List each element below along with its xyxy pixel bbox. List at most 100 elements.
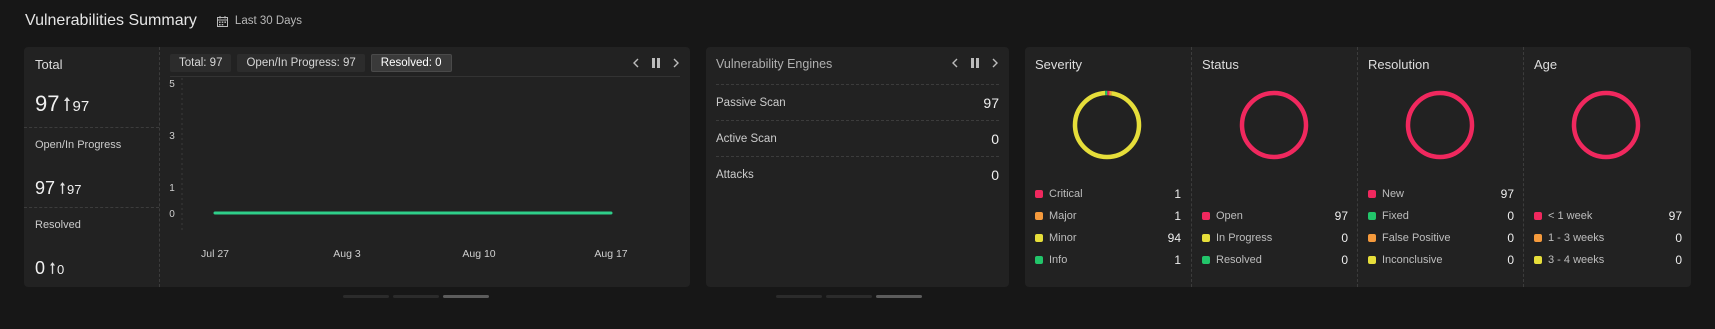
- resolution-donut-chart[interactable]: [1405, 90, 1475, 160]
- engine-row-passive-scan[interactable]: Passive Scan 97: [716, 84, 999, 121]
- engine-value: 97: [983, 95, 999, 111]
- severity-title: Severity: [1035, 57, 1082, 72]
- resolved-label: Resolved: [35, 219, 81, 231]
- date-range-picker[interactable]: Last 30 Days: [216, 15, 303, 27]
- donut-segment[interactable]: [1571, 90, 1641, 160]
- chevron-right-icon[interactable]: [989, 56, 1001, 70]
- resolved-stat[interactable]: Resolved 0 0: [24, 207, 159, 287]
- legend-label: Open: [1216, 210, 1243, 222]
- engines-title: Vulnerability Engines: [716, 57, 833, 71]
- legend-label: In Progress: [1216, 232, 1273, 244]
- legend-value: 0: [1675, 253, 1682, 267]
- legend-value: 0: [1341, 253, 1348, 267]
- legend-value: 0: [1507, 253, 1514, 267]
- y-tick-label: 5: [169, 79, 175, 90]
- legend-swatch: [1368, 256, 1376, 264]
- total-stat[interactable]: Total 97 97: [24, 47, 159, 128]
- legend-label: 3 - 4 weeks: [1548, 254, 1605, 266]
- engine-label: Attacks: [716, 169, 754, 181]
- legend-swatch: [1035, 212, 1043, 220]
- legend-swatch: [1035, 190, 1043, 198]
- engine-value: 0: [991, 131, 999, 147]
- legend-value: 1: [1174, 253, 1181, 267]
- legend-label: 1 - 3 weeks: [1548, 232, 1605, 244]
- severity-donut-chart[interactable]: [1072, 90, 1142, 160]
- legend-row-false-positive[interactable]: False Positive 0: [1368, 227, 1514, 249]
- legend-value: 94: [1167, 231, 1181, 245]
- age-column: Age < 1 week 97 1 - 3 weeks 0 3 - 4 weeks 0: [1523, 47, 1692, 287]
- resolved-change: 0: [57, 262, 65, 277]
- donut-segment[interactable]: [1072, 90, 1142, 160]
- pager-dot-active[interactable]: [443, 295, 489, 298]
- engine-row-attacks[interactable]: Attacks 0: [716, 156, 999, 193]
- legend-label: False Positive: [1382, 232, 1451, 244]
- resolved-value: 0: [35, 258, 46, 278]
- legend-row-fixed[interactable]: Fixed 0: [1368, 205, 1514, 227]
- legend-value: 1: [1174, 209, 1181, 223]
- legend-swatch: [1368, 190, 1376, 198]
- legend-value: 1: [1174, 187, 1181, 201]
- totals-panel: Total 97 97 Open/In Progress 97 97 Resol…: [24, 47, 160, 287]
- legend-label: Resolved: [1216, 254, 1262, 266]
- x-tick-label: Aug 17: [594, 248, 627, 260]
- legend-row-in-progress[interactable]: In Progress 0: [1202, 227, 1348, 249]
- legend-row-3-4-weeks[interactable]: 3 - 4 weeks 0: [1534, 249, 1682, 271]
- legend-value: 97: [1500, 187, 1514, 201]
- pause-icon[interactable]: [969, 56, 981, 70]
- x-tick-label: Aug 10: [462, 248, 495, 260]
- date-range-label: Last 30 Days: [234, 15, 303, 27]
- legend-row-minor[interactable]: Minor 94: [1035, 227, 1181, 249]
- trend-line-chart: 0 1 3 5 Jul 27 Aug 3 Aug 10 Aug 17: [169, 78, 628, 260]
- legend-value: 97: [1668, 209, 1682, 223]
- legend-swatch: [1202, 234, 1210, 242]
- donut-segment[interactable]: [1239, 90, 1309, 160]
- engines-card-pager: [776, 295, 922, 298]
- y-tick-label: 0: [169, 209, 175, 220]
- status-title: Status: [1202, 57, 1239, 72]
- legend-swatch: [1534, 256, 1542, 264]
- legend-swatch: [1035, 234, 1043, 242]
- legend-row-resolved[interactable]: Resolved 0: [1202, 249, 1348, 271]
- page-title: Vulnerabilities Summary: [25, 12, 197, 29]
- engine-value: 0: [991, 167, 999, 183]
- legend-value: 0: [1507, 231, 1514, 245]
- y-tick-label: 3: [169, 131, 175, 142]
- total-change: 97: [72, 98, 90, 115]
- engine-label: Active Scan: [716, 133, 777, 145]
- legend-swatch: [1368, 234, 1376, 242]
- legend-swatch: [1534, 234, 1542, 242]
- open-stat[interactable]: Open/In Progress 97 97: [24, 127, 159, 208]
- pager-dot[interactable]: [776, 295, 822, 298]
- age-title: Age: [1534, 57, 1558, 72]
- trend-up-icon: [64, 97, 71, 111]
- chevron-left-icon[interactable]: [949, 56, 961, 70]
- legend-row-inconclusive[interactable]: Inconclusive 0: [1368, 249, 1514, 271]
- y-tick-label: 1: [169, 183, 175, 194]
- legend-row-major[interactable]: Major 1: [1035, 205, 1181, 227]
- legend-row-new[interactable]: New 97: [1368, 183, 1514, 205]
- legend-swatch: [1202, 256, 1210, 264]
- open-change: 97: [67, 182, 82, 197]
- legend-value: 0: [1341, 231, 1348, 245]
- age-donut-chart[interactable]: [1571, 90, 1641, 160]
- legend-row-lt-1-week[interactable]: < 1 week 97: [1534, 205, 1682, 227]
- totals-trend-card: Total 97 97 Open/In Progress 97 97 Resol…: [24, 47, 690, 287]
- legend-swatch: [1202, 212, 1210, 220]
- donut-segment[interactable]: [1405, 90, 1475, 160]
- pager-dot[interactable]: [393, 295, 439, 298]
- engine-row-active-scan[interactable]: Active Scan 0: [716, 120, 999, 157]
- legend-row-critical[interactable]: Critical 1: [1035, 183, 1181, 205]
- legend-row-info[interactable]: Info 1: [1035, 249, 1181, 271]
- pager-dot-active[interactable]: [876, 295, 922, 298]
- status-column: Status Open 97 In Progress 0 Resolved 0: [1191, 47, 1358, 287]
- pager-dot[interactable]: [343, 295, 389, 298]
- open-label: Open/In Progress: [35, 139, 122, 151]
- total-value: 97: [35, 91, 60, 116]
- legend-row-1-3-weeks[interactable]: 1 - 3 weeks 0: [1534, 227, 1682, 249]
- status-donut-chart[interactable]: [1239, 90, 1309, 160]
- legend-label: Fixed: [1382, 210, 1409, 222]
- dashboard-header: Vulnerabilities Summary Last 30 Days: [25, 12, 302, 30]
- trend-up-icon: [60, 182, 66, 194]
- legend-row-open[interactable]: Open 97: [1202, 205, 1348, 227]
- pager-dot[interactable]: [826, 295, 872, 298]
